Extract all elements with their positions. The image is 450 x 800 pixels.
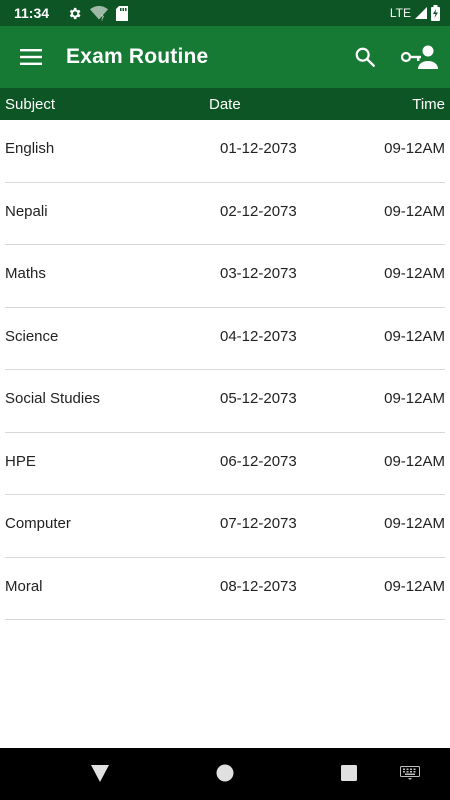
table-row[interactable]: Moral 08-12-2073 09-12AM <box>5 558 445 620</box>
recents-button[interactable] <box>338 762 360 784</box>
cell-subject: Nepali <box>5 202 48 220</box>
cell-date: 02-12-2073 <box>220 202 297 220</box>
table-row[interactable]: HPE 06-12-2073 09-12AM <box>5 433 445 495</box>
column-header-date: Date <box>209 96 241 113</box>
table-row[interactable]: Nepali 02-12-2073 09-12AM <box>5 183 445 245</box>
keyboard-icon <box>400 766 420 780</box>
table-row[interactable]: Maths 03-12-2073 09-12AM <box>5 245 445 308</box>
sd-card-icon <box>116 5 129 21</box>
cell-time: 09-12AM <box>384 327 445 345</box>
exam-routine-list: English 01-12-2073 09-12AM Nepali 02-12-… <box>0 120 450 620</box>
column-header-time: Time <box>412 96 445 113</box>
table-row[interactable]: English 01-12-2073 09-12AM <box>5 120 445 183</box>
cell-date: 01-12-2073 <box>220 140 297 157</box>
cell-date: 08-12-2073 <box>220 577 297 595</box>
account-key-icon <box>400 45 438 69</box>
cell-time: 09-12AM <box>384 140 445 157</box>
cell-time: 09-12AM <box>384 265 445 282</box>
back-icon <box>91 765 109 782</box>
cell-subject: Science <box>5 327 59 345</box>
cell-subject: Computer <box>5 515 71 532</box>
cell-subject: Moral <box>5 577 43 595</box>
wifi-question-icon: ? <box>90 5 109 21</box>
battery-charging-icon <box>431 5 440 21</box>
recents-icon <box>341 765 357 781</box>
app-bar-actions <box>338 26 450 88</box>
table-row[interactable]: Computer 07-12-2073 09-12AM <box>5 495 445 558</box>
cell-subject: Maths <box>5 265 46 282</box>
table-header: Subject Date Time <box>0 88 450 120</box>
cell-time: 09-12AM <box>384 452 445 470</box>
search-icon <box>355 47 375 67</box>
search-button[interactable] <box>338 26 392 88</box>
status-left: 11:34 ? <box>14 5 129 21</box>
system-nav-bar <box>0 748 450 800</box>
back-button[interactable] <box>89 762 111 784</box>
table-row[interactable]: Social Studies 05-12-2073 09-12AM <box>5 370 445 433</box>
cell-time: 09-12AM <box>384 390 445 407</box>
signal-icon <box>415 7 427 19</box>
hamburger-menu-icon <box>20 49 42 65</box>
status-time: 11:34 <box>14 5 50 21</box>
settings-icon <box>67 6 82 21</box>
cell-date: 05-12-2073 <box>220 390 297 407</box>
network-type: LTE <box>389 6 411 20</box>
cell-subject: Social Studies <box>5 390 101 407</box>
app-bar: Exam Routine <box>0 26 450 88</box>
cell-date: 07-12-2073 <box>220 515 297 532</box>
svg-text:?: ? <box>101 14 105 21</box>
hamburger-menu-button[interactable] <box>0 26 62 88</box>
home-icon <box>216 764 234 782</box>
cell-subject: English <box>5 140 55 157</box>
cell-time: 09-12AM <box>384 577 445 595</box>
status-bar: 11:34 ? LTE <box>0 0 450 26</box>
home-button[interactable] <box>214 762 236 784</box>
page-title: Exam Routine <box>66 45 209 68</box>
cell-date: 03-12-2073 <box>220 265 297 282</box>
cell-subject: HPE <box>5 452 36 470</box>
cell-date: 06-12-2073 <box>220 452 297 470</box>
column-header-subject: Subject <box>5 96 56 113</box>
cell-time: 09-12AM <box>384 515 445 532</box>
keyboard-button[interactable] <box>400 766 420 780</box>
cell-date: 04-12-2073 <box>220 327 297 345</box>
cell-time: 09-12AM <box>384 202 445 220</box>
account-key-button[interactable] <box>392 26 446 88</box>
table-row[interactable]: Science 04-12-2073 09-12AM <box>5 308 445 370</box>
status-right: LTE <box>390 5 440 21</box>
